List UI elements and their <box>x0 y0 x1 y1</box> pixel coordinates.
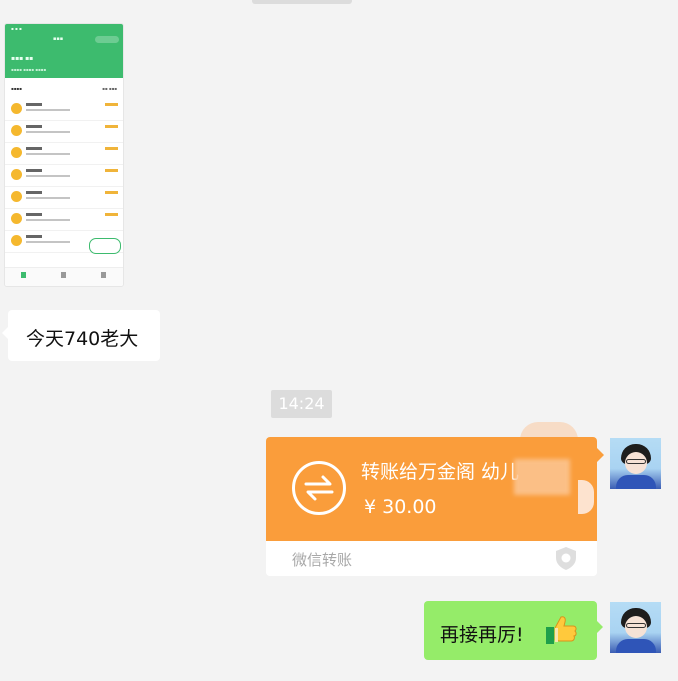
screenshot-menu-pill <box>95 36 119 43</box>
user-avatar[interactable] <box>610 438 661 489</box>
transfer-card[interactable]: 转账给万金阁 幼儿 ¥ 30.00 微信转账 <box>266 437 597 576</box>
previous-message-edge <box>252 0 352 4</box>
screenshot-subtitle: ▪▪▪▪ ▪▪▪▪ ▪▪▪▪ <box>11 67 47 72</box>
transfer-arrows-icon <box>292 461 346 515</box>
timestamp: 14:24 <box>271 390 332 418</box>
outgoing-message-bubble[interactable]: 再接再厉! <box>424 601 597 660</box>
image-message-screenshot[interactable]: ▪ ▪ ▪ ▪▪▪ ▪▪▪ ▪▪ ▪▪▪▪ ▪▪▪▪ ▪▪▪▪ ▪▪▪▪ ▪▪ … <box>4 23 124 287</box>
screenshot-row <box>5 142 123 165</box>
screenshot-floating-button <box>89 238 121 254</box>
outgoing-message-text: 再接再厉! <box>440 624 524 646</box>
transfer-card-tail <box>597 448 604 462</box>
screenshot-tab-bar <box>5 267 123 286</box>
sticker-decoration-side <box>578 480 594 514</box>
outgoing-bubble-tail <box>597 621 603 633</box>
redacted-name-blur <box>514 459 570 495</box>
screenshot-row <box>5 164 123 187</box>
screenshot-status-bar: ▪ ▪ ▪ <box>11 26 22 31</box>
incoming-message-text: 今天740老大 <box>26 328 139 350</box>
screenshot-row <box>5 186 123 209</box>
user-avatar[interactable] <box>610 602 661 653</box>
transfer-card-top: 转账给万金阁 幼儿 ¥ 30.00 <box>266 437 597 541</box>
screenshot-name: ▪▪▪ ▪▪ <box>11 55 34 62</box>
screenshot-row <box>5 208 123 231</box>
screenshot-row <box>5 120 123 143</box>
screenshot-row <box>5 98 123 121</box>
transfer-amount: ¥ 30.00 <box>364 496 437 518</box>
shield-icon <box>556 547 576 570</box>
screenshot-filter-right: ▪▪ ▪▪▪ <box>102 86 117 91</box>
screenshot-filter: ▪▪▪▪ <box>11 86 22 91</box>
incoming-message-bubble[interactable]: 今天740老大 <box>2 310 160 361</box>
transfer-title: 转账给万金阁 幼儿 <box>361 461 520 483</box>
thumbs-up-icon <box>546 616 577 644</box>
transfer-card-footer: 微信转账 <box>266 541 597 576</box>
transfer-footer-label: 微信转账 <box>292 551 353 569</box>
screenshot-title: ▪▪▪ <box>53 36 64 42</box>
screenshot-header: ▪ ▪ ▪ ▪▪▪ ▪▪▪ ▪▪ ▪▪▪▪ ▪▪▪▪ ▪▪▪▪ <box>5 24 123 78</box>
